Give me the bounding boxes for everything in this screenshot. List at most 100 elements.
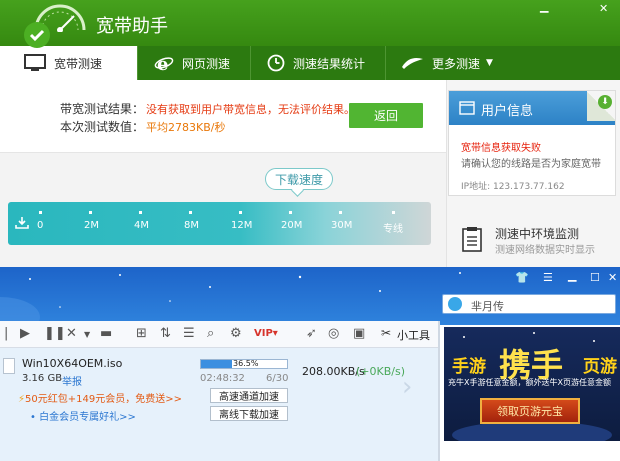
time-remaining: 02:48:32 xyxy=(200,373,245,384)
ad-web-game-text: 页游 xyxy=(583,357,617,377)
gauge-tick-label: 8M xyxy=(184,220,199,231)
tab-label: 网页测速 xyxy=(182,56,231,71)
gauge-tick xyxy=(89,211,92,214)
tab-more-speed[interactable]: 更多测速 ▼ xyxy=(386,46,506,80)
download-speed-bubble: 下载速度 xyxy=(265,168,333,190)
gauge-tick-label: 0 xyxy=(37,220,44,231)
progress-percent: 36.5% xyxy=(233,359,259,368)
speed-result-value: 平均2783KB/秒 xyxy=(146,121,226,134)
gauge-tick xyxy=(289,211,292,214)
film-icon[interactable]: ▣ xyxy=(353,326,365,341)
broadband-info-hint: 请确认您的线路是否为家庭宽带 xyxy=(461,159,601,170)
app-title: 宽带助手 xyxy=(96,16,168,37)
gauge-tick-label: 2M xyxy=(84,220,99,231)
speed-result-label: 本次测试数值： xyxy=(60,120,145,134)
file-name[interactable]: Win10X64OEM.iso xyxy=(22,357,122,370)
chevron-down-icon: ▼ xyxy=(486,58,493,68)
tab-label: 更多测速 xyxy=(432,56,481,71)
browser-window-icon xyxy=(459,101,475,115)
folder-icon[interactable]: ▬ xyxy=(100,326,112,341)
gauge-tick-label: 专线 xyxy=(383,224,403,235)
grid-view-icon[interactable]: ⊞ xyxy=(136,326,147,341)
vip-icon[interactable]: VIP▾ xyxy=(254,328,278,339)
gauge-tick xyxy=(139,211,142,214)
monitor-icon xyxy=(24,54,46,71)
promo-text: 白金会员专属好礼>> xyxy=(39,412,136,423)
search-input[interactable]: 芈月传 xyxy=(442,294,616,314)
gauge-tick xyxy=(189,211,192,214)
file-size: 3.16 GB xyxy=(22,373,63,384)
file-icon xyxy=(3,358,15,374)
play-icon[interactable]: ▶ xyxy=(20,326,30,341)
sort-icon[interactable]: ⇅ xyxy=(160,326,171,341)
speed-gauge-bar xyxy=(8,202,431,245)
pause-icon[interactable]: ❚❚ xyxy=(44,326,66,341)
return-button[interactable]: 返回 xyxy=(349,103,423,128)
rocket-icon[interactable]: ➶ xyxy=(306,326,317,341)
close-icon[interactable]: ✕ xyxy=(608,271,617,284)
report-link[interactable]: 举报 xyxy=(62,373,82,388)
chevron-down-icon[interactable]: ▼ xyxy=(84,330,90,339)
bandwidth-result-value: 没有获取到用户带宽信息，无法评价结果。 xyxy=(146,103,355,116)
document-icon xyxy=(462,227,482,252)
lightning-icon: ⚡ xyxy=(18,394,26,405)
gauge-tick xyxy=(239,211,242,214)
find-icon[interactable]: ⌕ xyxy=(207,326,214,341)
offline-download-button[interactable]: 离线下载加速 xyxy=(210,406,288,421)
platinum-member-link[interactable]: • 白金会员专属好礼>> xyxy=(30,408,136,423)
main-nav: 宽带测速 e 网页测速 测速结果统计 更多测速 ▼ xyxy=(0,46,620,80)
maximize-icon[interactable]: ☐ xyxy=(590,271,600,284)
claim-ingot-button[interactable]: 领取页游元宝 xyxy=(480,398,580,424)
high-speed-channel-button[interactable]: 高速通道加速 xyxy=(210,388,288,403)
broadband-info-error: 宽带信息获取失败 xyxy=(461,143,541,154)
download-icon xyxy=(15,217,29,229)
menu-icon[interactable]: ☰ xyxy=(543,271,553,284)
chevron-right-icon[interactable]: › xyxy=(402,372,412,402)
user-info-title: 用户信息 xyxy=(481,104,534,119)
svg-text:e: e xyxy=(157,54,168,72)
minimize-icon[interactable]: ▁ xyxy=(568,269,576,282)
red-packet-promo-link[interactable]: ⚡50元红包+149元会员，免费送>> xyxy=(18,390,182,405)
gauge-tick-label: 12M xyxy=(231,220,253,231)
environment-monitor-subtitle: 测速网络数据实时显示 xyxy=(495,245,595,256)
ip-address: IP地址: 123.173.77.162 xyxy=(461,182,565,192)
tab-label: 测速结果统计 xyxy=(293,56,366,71)
close-icon[interactable]: ✕ xyxy=(599,2,608,15)
tab-speed-stats[interactable]: 测速结果统计 xyxy=(251,46,385,80)
gauge-tick xyxy=(339,211,342,214)
ie-icon: e xyxy=(154,54,174,72)
user-info-card[interactable]: 用户信息 ⬇ 宽带信息获取失败 请确认您的线路是否为家庭宽带 IP地址: 123… xyxy=(448,90,616,196)
gamepad-icon[interactable]: ◎ xyxy=(328,326,339,341)
tools-icon[interactable]: ✂ xyxy=(381,326,391,340)
ad-subtitle: 充牛X手游任意金额，额外送牛X页游任意金额 xyxy=(448,378,611,387)
promo-text: 50元红包+149元会员，免费送>> xyxy=(25,394,182,405)
search-icon xyxy=(448,297,462,311)
download-progress-bar: 36.5% xyxy=(200,359,288,369)
ad-mobile-game-text: 手游 xyxy=(452,357,486,377)
gauge-tick-label: 4M xyxy=(134,220,149,231)
gauge-tick xyxy=(392,211,395,214)
gauge-tick-label: 30M xyxy=(331,220,353,231)
panel-divider[interactable] xyxy=(438,321,440,461)
bullet-icon: • xyxy=(30,412,40,423)
search-text: 芈月传 xyxy=(471,300,504,313)
list-icon[interactable]: ☰ xyxy=(183,326,195,341)
progress-fill xyxy=(201,360,233,368)
delete-icon[interactable]: ✕ xyxy=(66,326,77,341)
bandwidth-result-label: 带宽测试结果： xyxy=(60,102,145,116)
tab-broadband-speed[interactable]: 宽带测速 xyxy=(0,46,137,80)
success-check-icon xyxy=(24,22,50,48)
tab-web-speed[interactable]: e 网页测速 xyxy=(138,46,250,80)
skin-shirt-icon[interactable]: 👕 xyxy=(515,271,529,284)
settings-gear-icon[interactable]: ⚙ xyxy=(230,326,242,341)
gauge-tick-label: 20M xyxy=(281,220,303,231)
minimize-icon[interactable]: ▁ xyxy=(540,0,548,13)
resize-handle-icon: | xyxy=(4,326,9,341)
download-arrow-icon[interactable]: ⬇ xyxy=(598,95,612,109)
gauge-tick xyxy=(39,211,42,214)
wing-icon xyxy=(402,57,423,69)
tools-button[interactable]: 小工具 xyxy=(397,327,430,343)
app-header: 宽带助手 ▁ ✕ xyxy=(0,0,620,50)
speed-boost: (+0KB/s) xyxy=(356,365,405,378)
environment-monitor-title[interactable]: 测速中环境监测 xyxy=(495,225,579,242)
